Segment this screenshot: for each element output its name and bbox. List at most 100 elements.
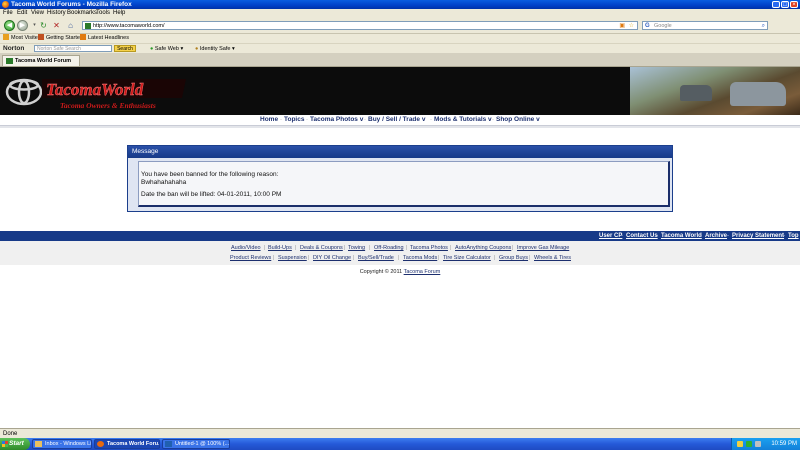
clock: 10:59 PM [771,441,797,447]
footer-link-contact-us[interactable]: Contact Us [626,231,658,241]
tacoma-world-logo[interactable]: TacomaWorld Tacoma Owners & Enthusiasts [2,71,188,115]
history-dropdown-icon[interactable]: ▾ [30,21,39,30]
volume-icon[interactable] [755,441,761,447]
menu-file[interactable]: File [3,9,13,18]
back-button[interactable]: ◀ [4,20,15,31]
ban-reason-label: You have been banned for the following r… [141,171,279,178]
message-title: Message [132,148,159,155]
message-body: You have been banned for the following r… [138,161,670,207]
footer-link-top[interactable]: Top [788,231,799,241]
footer-link-deals-coupons[interactable]: Deals & Coupons [300,244,343,252]
copyright: Copyright © 2011 Tacoma Forum [0,268,800,276]
nav-separator: · [430,117,432,123]
menu-help[interactable]: Help [113,9,125,18]
tab-title: Tacoma World Forum [15,58,72,64]
bookmark-most-visited[interactable]: Most Visited [3,34,41,43]
footer-link-buy-sell-trade[interactable]: Buy/Sell/Trade [358,254,394,262]
taskbar-item-label: Tacoma World Foru... [107,441,159,447]
footer-link-suspension[interactable]: Suspension [278,254,307,262]
footer-link-product-reviews[interactable]: Product Reviews [230,254,271,262]
footer-separator: - [621,233,623,239]
footer-link-improve-gas-mileage[interactable]: Improve Gas Mileage [517,244,569,252]
footer-link-tire-size-calculator[interactable]: Tire Size Calculator [443,254,491,262]
footer-separator: | [264,245,266,251]
site-favicon [6,58,13,64]
footer-link-wheels-tires[interactable]: Wheels & Tires [534,254,571,262]
mail-icon [35,441,42,447]
windows-taskbar: Start Inbox - Windows Live... Tacoma Wor… [0,438,800,450]
menu-history[interactable]: History [47,9,66,18]
tab-tacoma-world[interactable]: Tacoma World Forum [2,55,80,66]
bookmark-getting-started[interactable]: Getting Started [38,34,83,43]
norton-search-input[interactable]: Norton Safe Search [34,45,112,52]
norton-search-button[interactable]: Search [114,45,136,52]
identity-safe-label: Identity Safe [199,46,231,52]
footer-separator: - [656,233,658,239]
tray-icon[interactable] [737,441,743,447]
taskbar-item-inbox[interactable]: Inbox - Windows Live... [32,439,92,449]
footer-link-user-cp[interactable]: User CP [599,231,622,241]
forward-button[interactable]: ▶ [17,20,28,31]
nav-separator: · [306,117,308,123]
tray-icon[interactable] [746,441,752,447]
taskbar-item-photoshop[interactable]: Untitled-1 @ 100% (... [162,439,230,449]
firefox-icon [2,1,9,8]
bookmark-folder-icon [3,34,9,40]
footer-link-group-buys[interactable]: Group Buys [499,254,528,262]
nav-home[interactable]: Home [260,115,278,125]
bookmark-latest-headlines[interactable]: Latest Headlines [80,34,129,43]
navigation-toolbar: ◀ ▶ ▾ ↻ ✕ ⌂ http://www.tacomaworld.com/ … [0,18,800,34]
footer-separator: | [406,245,408,251]
address-bar[interactable]: http://www.tacomaworld.com/ ▣ ☆ [82,21,638,30]
truck-shape [680,85,712,101]
footer-link-archive[interactable]: Archive [705,231,727,241]
nav-shop-online[interactable]: Shop Online v [496,115,540,125]
close-button[interactable]: × [790,1,798,8]
footer-separator: | [295,245,297,251]
bookmark-star-icon[interactable]: ☆ [629,22,634,30]
safe-web-label: Safe Web [154,46,179,52]
footer-separator: | [529,255,531,261]
footer-link-off-roading[interactable]: Off-Roading [374,244,404,252]
rss-icon[interactable]: ▣ [619,22,625,30]
taskbar-item-firefox[interactable]: Tacoma World Foru... [94,439,160,449]
footer-link-tacoma-photos[interactable]: Tacoma Photos [410,244,448,252]
reload-icon[interactable]: ↻ [39,21,48,30]
start-button[interactable]: Start [0,438,30,450]
footer-link-tacoma-world[interactable]: Tacoma World [661,231,702,241]
menu-bookmarks[interactable]: Bookmarks [67,9,97,18]
tab-bar: Tacoma World Forum [0,53,800,67]
stop-icon[interactable]: ✕ [52,21,61,30]
web-search-box[interactable]: G Google ⌕ [642,21,768,30]
header-truck-photo [630,67,800,115]
nav-mods-tutorials[interactable]: Mods & Tutorials v [434,115,492,125]
footer-link-diy-oil-change[interactable]: DIY Oil Change [313,254,351,262]
site-favicon [85,23,91,29]
nav-buy-sell-trade[interactable]: Buy / Sell / Trade v [368,115,425,125]
copyright-link[interactable]: Tacoma Forum [404,269,441,275]
footer-separator: | [512,245,514,251]
menu-edit[interactable]: Edit [17,9,27,18]
ban-lift-date: Date the ban will be lifted: 04-01-2011,… [141,191,282,198]
nav-separator: · [364,117,366,123]
footer-link-tacoma-mods[interactable]: Tacoma Mods [403,254,437,262]
minimize-button[interactable]: _ [772,1,780,8]
bookmark-label: Getting Started [46,35,83,41]
shield-icon: ● [150,46,154,52]
logo-wordmark: TacomaWorld [46,80,144,99]
search-icon[interactable]: ⌕ [762,22,765,30]
footer-link-towing[interactable]: Towing [348,244,365,252]
footer-link-build-ups[interactable]: Build-Ups [268,244,292,252]
nav-topics[interactable]: Topics [284,115,304,125]
footer-separator: | [344,245,346,251]
footer-separator: | [494,255,496,261]
footer-link-audio-video[interactable]: Audio/Video [231,244,261,252]
start-label: Start [9,440,24,447]
menu-tools[interactable]: Tools [96,9,110,18]
maximize-button[interactable]: □ [781,1,789,8]
nav-tacoma-photos[interactable]: Tacoma Photos v [310,115,363,125]
menu-view[interactable]: View [31,9,44,18]
footer-link-autoanything-coupons[interactable]: AutoAnything Coupons [455,244,511,252]
home-icon[interactable]: ⌂ [66,21,75,30]
footer-link-privacy[interactable]: Privacy Statement [732,231,784,241]
